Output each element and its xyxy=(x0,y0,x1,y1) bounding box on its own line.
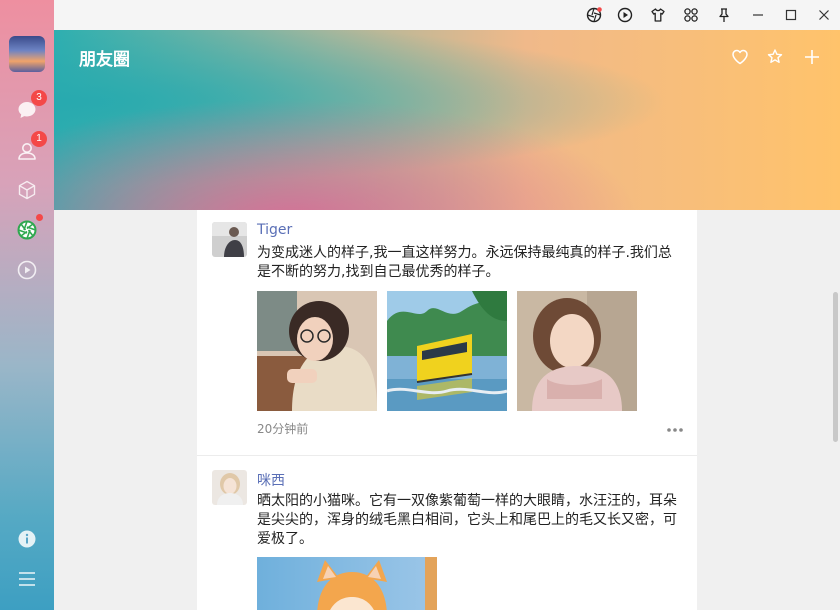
play-circle-icon xyxy=(17,260,37,280)
heart-icon xyxy=(732,49,748,65)
user-avatar[interactable] xyxy=(9,36,45,72)
add-post-button[interactable] xyxy=(801,46,823,68)
toolbar-moments-button[interactable] xyxy=(583,5,605,25)
sidebar-moments-button[interactable] xyxy=(13,214,43,244)
sidebar-box-button[interactable] xyxy=(13,176,41,204)
post-divider xyxy=(197,455,697,456)
post-author-name[interactable]: 咪西 xyxy=(257,470,285,490)
post-photo[interactable] xyxy=(517,291,637,411)
moments-feed: Tiger 为变成迷人的样子,我一直这样努力。永远保持最纯真的样子.我们总是不断… xyxy=(197,210,697,610)
maximize-icon xyxy=(785,9,797,21)
window-close-button[interactable] xyxy=(813,5,835,25)
post-photo[interactable] xyxy=(257,557,437,610)
grid-icon xyxy=(684,8,698,22)
contacts-unread-badge: 1 xyxy=(31,131,47,147)
sidebar-chat-button[interactable]: 3 xyxy=(13,90,47,124)
toolbar-pin-button[interactable] xyxy=(713,5,735,25)
star-sparkle-icon xyxy=(767,49,783,63)
info-icon xyxy=(18,530,36,548)
hamburger-menu-icon xyxy=(19,572,35,586)
sidebar-contacts-button[interactable]: 1 xyxy=(13,131,47,165)
left-sidebar: 3 1 xyxy=(0,0,54,610)
toolbar-apps-button[interactable] xyxy=(680,5,702,25)
post-photo[interactable] xyxy=(257,291,377,411)
page-title: 朋友圈 xyxy=(79,50,130,70)
tshirt-icon xyxy=(651,8,665,22)
toolbar-skin-button[interactable] xyxy=(647,5,669,25)
feed-scrollbar-thumb[interactable] xyxy=(833,292,838,442)
favorites-button[interactable] xyxy=(729,46,751,68)
camera-shutter-icon xyxy=(17,220,37,240)
post-author-name[interactable]: Tiger xyxy=(257,222,292,238)
sidebar-video-button[interactable] xyxy=(13,256,41,284)
shutter-icon xyxy=(586,7,602,23)
window-minimize-button[interactable] xyxy=(747,5,769,25)
post-author-avatar[interactable] xyxy=(212,222,247,257)
post-text: 为变成迷人的样子,我一直这样努力。永远保持最纯真的样子.我们总是不断的努力,找到… xyxy=(257,245,672,280)
moments-new-dot xyxy=(36,214,43,221)
notifications-button[interactable] xyxy=(764,46,786,68)
window-toolbar xyxy=(54,0,840,30)
post-author-avatar[interactable] xyxy=(212,470,247,505)
post-photo[interactable] xyxy=(387,291,507,411)
minimize-icon xyxy=(753,14,763,16)
cube-icon xyxy=(18,180,36,200)
post-text: 晒太阳的小猫咪。它有一双像紫葡萄一样的大眼睛，水汪汪的，耳朵是尖尖的，浑身的绒毛… xyxy=(257,493,677,547)
close-icon xyxy=(819,10,829,20)
more-options-icon[interactable] xyxy=(665,424,685,436)
sidebar-info-button[interactable] xyxy=(13,525,41,553)
toolbar-play-button[interactable] xyxy=(614,5,636,25)
plus-icon xyxy=(805,50,819,64)
moments-cover-banner: 朋友圈 xyxy=(54,30,840,210)
pin-icon xyxy=(719,8,729,22)
chat-unread-badge: 3 xyxy=(31,90,47,106)
post-timestamp: 20分钟前 xyxy=(257,422,309,436)
window-maximize-button[interactable] xyxy=(780,5,802,25)
sidebar-menu-button[interactable] xyxy=(13,565,41,593)
play-circle-icon xyxy=(617,7,633,23)
